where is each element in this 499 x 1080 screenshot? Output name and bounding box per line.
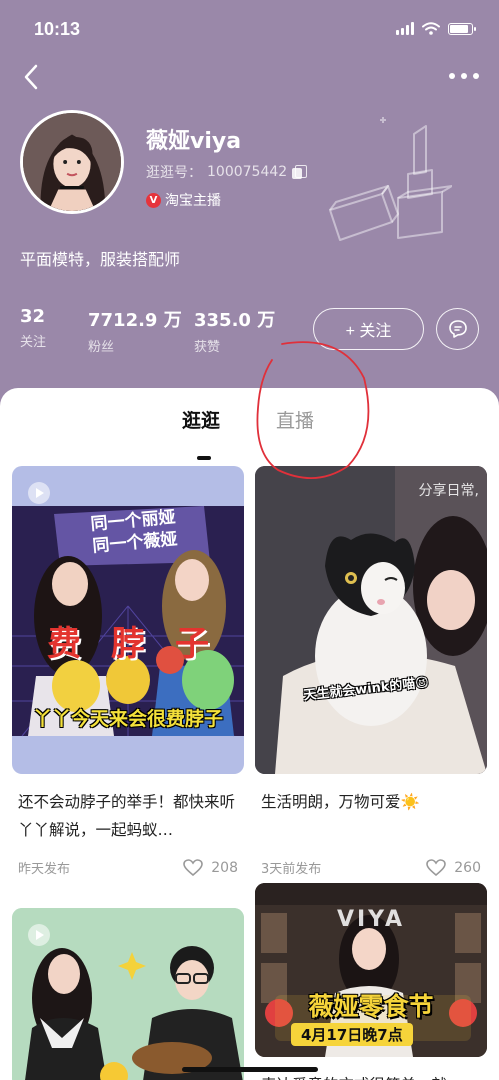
thumb-caption-char: 子 bbox=[175, 624, 209, 664]
signal-icon bbox=[396, 22, 414, 35]
thumb-overlay-sub: 4月17日晚7点 bbox=[291, 1023, 413, 1046]
verified-badge: V 淘宝主播 bbox=[146, 190, 221, 210]
play-icon bbox=[28, 482, 50, 504]
stat-followers[interactable]: 7712.9 万 粉丝 bbox=[88, 306, 182, 355]
post-time: 3天前发布 bbox=[261, 862, 322, 877]
back-arrow-icon[interactable] bbox=[18, 62, 46, 92]
card-meta: 3天前发布 260 bbox=[255, 858, 487, 877]
thumb-caption: 费 脖 子 bbox=[12, 616, 244, 665]
thumb-overlay-text: 分享日常, bbox=[418, 483, 479, 499]
stat-label: 关注 bbox=[20, 335, 47, 350]
lipstick-decoration-icon bbox=[329, 117, 452, 241]
feed-card[interactable]: 同一个丽娅 同一个薇娅 费 脖 子 丫丫今天来会很费脖子 还不会动脖子的举手！都… bbox=[12, 466, 244, 877]
stat-label: 获赞 bbox=[194, 340, 221, 355]
profile-name: 薇娅viya bbox=[146, 129, 242, 154]
feed-card[interactable]: 分享日常, 天生就会wink的喵😉 生活明朗，万物可爱☀️ 3天前发布 260 bbox=[255, 466, 487, 877]
card-title[interactable]: 还不会动脖子的举手！都快来听丫丫解说，一起蚂蚁… bbox=[12, 788, 244, 844]
like-count-value: 260 bbox=[454, 859, 481, 876]
tab-guangguang[interactable]: 逛逛 bbox=[182, 406, 220, 433]
uid-label: 逛逛号： bbox=[146, 165, 202, 181]
card-thumbnail[interactable]: 同一个丽娅 同一个薇娅 费 脖 子 丫丫今天来会很费脖子 bbox=[12, 466, 244, 774]
heart-icon bbox=[426, 858, 447, 876]
thumb-overlay-text: 丫丫今天来会很费脖子 bbox=[32, 708, 223, 730]
thumb-caption-char: 费 bbox=[47, 624, 81, 664]
post-time: 昨天发布 bbox=[18, 862, 71, 877]
profile-header: 10:13 薇娅viya 逛逛号： 100075442 V 淘宝主播 平面模特，… bbox=[0, 0, 499, 420]
profile-bio: 平面模特，服装搭配师 bbox=[20, 250, 181, 269]
card-title[interactable]: 生活明朗，万物可爱☀️ bbox=[255, 788, 487, 844]
stat-value: 335.0 万 bbox=[194, 310, 276, 331]
card-thumbnail[interactable] bbox=[12, 908, 244, 1080]
tab-live[interactable]: 直播 bbox=[276, 406, 314, 433]
status-bar: 10:13 bbox=[0, 0, 499, 58]
card-title[interactable]: 表达爱意的方式很简单，就 bbox=[255, 1071, 487, 1080]
play-icon bbox=[28, 924, 50, 946]
thumb-overlay-top: VIYA bbox=[336, 907, 406, 932]
card-thumbnail[interactable]: 分享日常, 天生就会wink的喵😉 bbox=[255, 466, 487, 774]
follow-button[interactable]: + 关注 bbox=[313, 308, 424, 350]
message-button[interactable] bbox=[436, 308, 479, 350]
uid-value: 100075442 bbox=[207, 164, 288, 180]
like-count-value: 208 bbox=[211, 859, 238, 876]
stat-following[interactable]: 32 关注 bbox=[20, 306, 46, 350]
battery-icon bbox=[448, 22, 476, 35]
badge-label: 淘宝主播 bbox=[165, 193, 221, 209]
stat-value: 7712.9 万 bbox=[88, 310, 182, 331]
thumb-caption-char: 脖 bbox=[111, 624, 145, 664]
heart-icon bbox=[183, 858, 204, 876]
uid-row: 逛逛号： 100075442 bbox=[146, 162, 308, 182]
feed-card[interactable] bbox=[12, 908, 244, 1080]
status-icons bbox=[396, 22, 476, 35]
chat-bubble-icon bbox=[448, 320, 467, 338]
more-options-icon[interactable] bbox=[449, 66, 479, 86]
feed-card[interactable]: VIYA 薇娅零食节 4月17日晚7点 表达爱意的方式很简单，就 bbox=[255, 883, 487, 1080]
card-thumbnail[interactable]: VIYA 薇娅零食节 4月17日晚7点 bbox=[255, 883, 487, 1057]
verified-v-icon: V bbox=[146, 192, 161, 208]
stat-value: 32 bbox=[20, 306, 46, 327]
like-count[interactable]: 260 bbox=[426, 858, 481, 877]
content-panel: 逛逛 直播 同一个丽娅 同一个薇娅 费 脖 子 丫丫今天来会很费脖子 还不会动脖… bbox=[0, 388, 499, 1080]
status-time: 10:13 bbox=[34, 19, 81, 39]
like-count[interactable]: 208 bbox=[183, 858, 238, 877]
home-indicator bbox=[182, 1067, 318, 1072]
avatar[interactable] bbox=[20, 110, 124, 214]
thumb-overlay-main: 薇娅零食节 bbox=[308, 992, 434, 1021]
tab-indicator bbox=[197, 456, 211, 460]
card-meta: 昨天发布 208 bbox=[12, 858, 244, 877]
stat-likes[interactable]: 335.0 万 获赞 bbox=[194, 306, 275, 355]
stat-label: 粉丝 bbox=[88, 340, 115, 355]
copy-icon[interactable] bbox=[292, 165, 308, 179]
tab-bar: 逛逛 直播 bbox=[0, 406, 499, 460]
wifi-icon bbox=[422, 22, 440, 35]
